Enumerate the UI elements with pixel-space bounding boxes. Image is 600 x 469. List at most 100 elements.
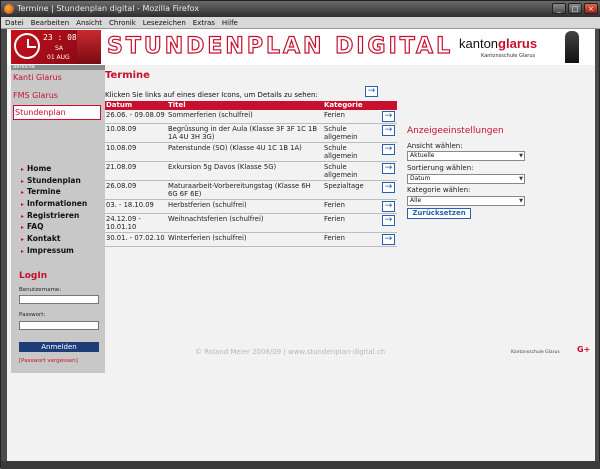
clock-time: 23 : 08: [43, 33, 77, 42]
bullet-icon: ▸: [21, 236, 25, 244]
row-detail-cell: →: [381, 142, 397, 162]
forgot-password-link[interactable]: [Passwort vergessen]: [19, 358, 78, 364]
menu-bar: Datei Bearbeiten Ansicht Chronik Lesezei…: [1, 17, 600, 29]
page-title: Termine: [105, 70, 150, 81]
row-date: 26.08.09: [105, 180, 167, 200]
arrow-right-icon[interactable]: →: [382, 215, 395, 226]
col-action: [381, 101, 397, 110]
chevron-down-icon: ▼: [519, 198, 523, 204]
row-category: Ferien: [323, 232, 381, 247]
clock-date: 01 AUG: [47, 54, 70, 61]
row-category: Ferien: [323, 213, 381, 233]
bullet-icon: ▸: [21, 189, 25, 197]
arrow-right-icon[interactable]: →: [382, 111, 395, 122]
row-detail-cell: →: [381, 123, 397, 143]
settings-heading: Anzeigeeinstellungen: [407, 126, 504, 136]
bullet-icon: ▸: [21, 212, 25, 220]
menu-ansicht[interactable]: Ansicht: [76, 17, 102, 28]
firefox-icon: [4, 4, 14, 14]
category-select[interactable]: Alle ▼: [407, 196, 525, 206]
table-row: 03. - 18.10.09 Herbstferien (schulfrei) …: [105, 199, 397, 214]
login-button[interactable]: Anmelden: [19, 342, 99, 352]
sort-label: Sortierung wählen:: [407, 164, 474, 172]
username-input[interactable]: [19, 295, 99, 304]
menu-hilfe[interactable]: Hilfe: [222, 17, 238, 28]
maximize-button[interactable]: □: [568, 3, 582, 14]
nav-kontakt[interactable]: ▸ Kontakt: [21, 233, 87, 245]
nav-impressum[interactable]: ▸ Impressum: [21, 245, 87, 257]
row-title: Exkursion 5g Davos (Klasse 5G): [167, 161, 323, 181]
window-title: Termine | Stundenplan digital - Mozilla …: [17, 4, 200, 13]
view-select[interactable]: Aktuelle ▼: [407, 151, 525, 161]
row-date: 30.01. - 07.02.10: [105, 232, 167, 247]
sidebar-item-fms-glarus[interactable]: FMS Glarus: [13, 91, 101, 100]
password-input[interactable]: [19, 321, 99, 330]
nav-informationen[interactable]: ▸ Informationen: [21, 198, 87, 210]
chevron-down-icon: ▼: [519, 176, 523, 182]
sort-select[interactable]: Datum ▼: [407, 174, 525, 184]
row-detail-cell: →: [381, 232, 397, 247]
site-header: 23 : 08 SA 01 AUG STUNDENPLAN DIGITAL ka…: [7, 29, 595, 65]
login-heading: LogIn: [19, 271, 48, 281]
row-category: Ferien: [323, 110, 381, 124]
browser-window: Termine | Stundenplan digital - Mozilla …: [0, 0, 600, 469]
row-date: 24.12.09 - 10.01.10: [105, 213, 167, 233]
nav-label: Stundenplan: [27, 175, 81, 185]
menu-extras[interactable]: Extras: [193, 17, 215, 28]
arrow-right-icon[interactable]: →: [382, 201, 395, 212]
row-date: 10.08.09: [105, 123, 167, 143]
table-row: 26.06. - 09.08.09 Sommerferien (schulfre…: [105, 110, 397, 124]
row-date: 21.08.09: [105, 161, 167, 181]
close-button[interactable]: ×: [584, 3, 598, 14]
menu-lesezeichen[interactable]: Lesezeichen: [143, 17, 186, 28]
page-content: 23 : 08 SA 01 AUG STUNDENPLAN DIGITAL ka…: [7, 29, 595, 461]
sidebar-section-label: Bereiche: [11, 65, 105, 70]
row-title: Sommerferien (schulfrei): [167, 110, 323, 124]
col-kategorie[interactable]: Kategorie: [323, 101, 381, 110]
minimize-button[interactable]: _: [552, 3, 566, 14]
nav-home[interactable]: ▸ Home: [21, 163, 87, 175]
bullet-icon: ▸: [21, 224, 25, 232]
menu-chronik[interactable]: Chronik: [109, 17, 136, 28]
nav-termine[interactable]: ▸ Termine: [21, 186, 87, 198]
row-detail-cell: →: [381, 161, 397, 181]
nav-registrieren[interactable]: ▸ Registrieren: [21, 210, 87, 222]
footer-copyright: © Roland Meier 2008/09 | www.stundenplan…: [195, 348, 386, 356]
category-value: Alle: [410, 197, 422, 204]
bullet-icon: ▸: [21, 201, 25, 209]
bullet-icon: ▸: [21, 247, 25, 255]
arrow-right-icon[interactable]: →: [382, 163, 395, 174]
arrow-right-icon[interactable]: →: [382, 234, 395, 245]
menu-datei[interactable]: Datei: [5, 17, 24, 28]
arrow-right-icon[interactable]: →: [382, 144, 395, 155]
sidebar-item-stundenplan[interactable]: Stundenplan: [13, 105, 101, 120]
nav-label: Informationen: [27, 199, 88, 209]
row-title: Herbstferien (schulfrei): [167, 199, 323, 214]
table-row: 26.08.09 Maturaarbeit-Vorbereitungstag (…: [105, 180, 397, 200]
row-title: Winterferien (schulfrei): [167, 232, 323, 247]
sidebar-item-kanti-glarus[interactable]: Kanti Glarus: [13, 73, 101, 82]
sort-value: Datum: [410, 175, 431, 182]
arrow-right-icon[interactable]: →: [382, 182, 395, 193]
row-category: Schule allgemein: [323, 123, 381, 143]
username-label: Benutzername:: [19, 287, 62, 293]
reset-button[interactable]: Zurücksetzen: [407, 208, 471, 219]
footer-school: Kantonsschule Glarus: [511, 350, 560, 355]
col-titel[interactable]: Titel: [167, 101, 323, 110]
kanton-logo[interactable]: kantonglarus: [459, 36, 537, 51]
row-category: Schule allgemein: [323, 161, 381, 181]
row-detail-cell: →: [381, 110, 397, 124]
password-label: Passwort:: [19, 312, 46, 318]
arrow-right-icon[interactable]: →: [382, 125, 395, 136]
nav-stundenplan[interactable]: ▸ Stundenplan: [21, 175, 87, 187]
google-plus-icon[interactable]: G+: [577, 345, 590, 354]
col-datum[interactable]: Datum: [105, 101, 167, 110]
table-row: 30.01. - 07.02.10 Winterferien (schulfre…: [105, 232, 397, 247]
menu-bearbeiten[interactable]: Bearbeiten: [31, 17, 69, 28]
row-title: Patenstunde (SO) (Klasse 4U 1C 1B 1A): [167, 142, 323, 162]
nav-faq[interactable]: ▸ FAQ: [21, 221, 87, 233]
site-title: STUNDENPLAN DIGITAL: [106, 33, 454, 59]
row-category: Schule allgemein: [323, 142, 381, 162]
row-category: Ferien: [323, 199, 381, 214]
row-date: 10.08.09: [105, 142, 167, 162]
